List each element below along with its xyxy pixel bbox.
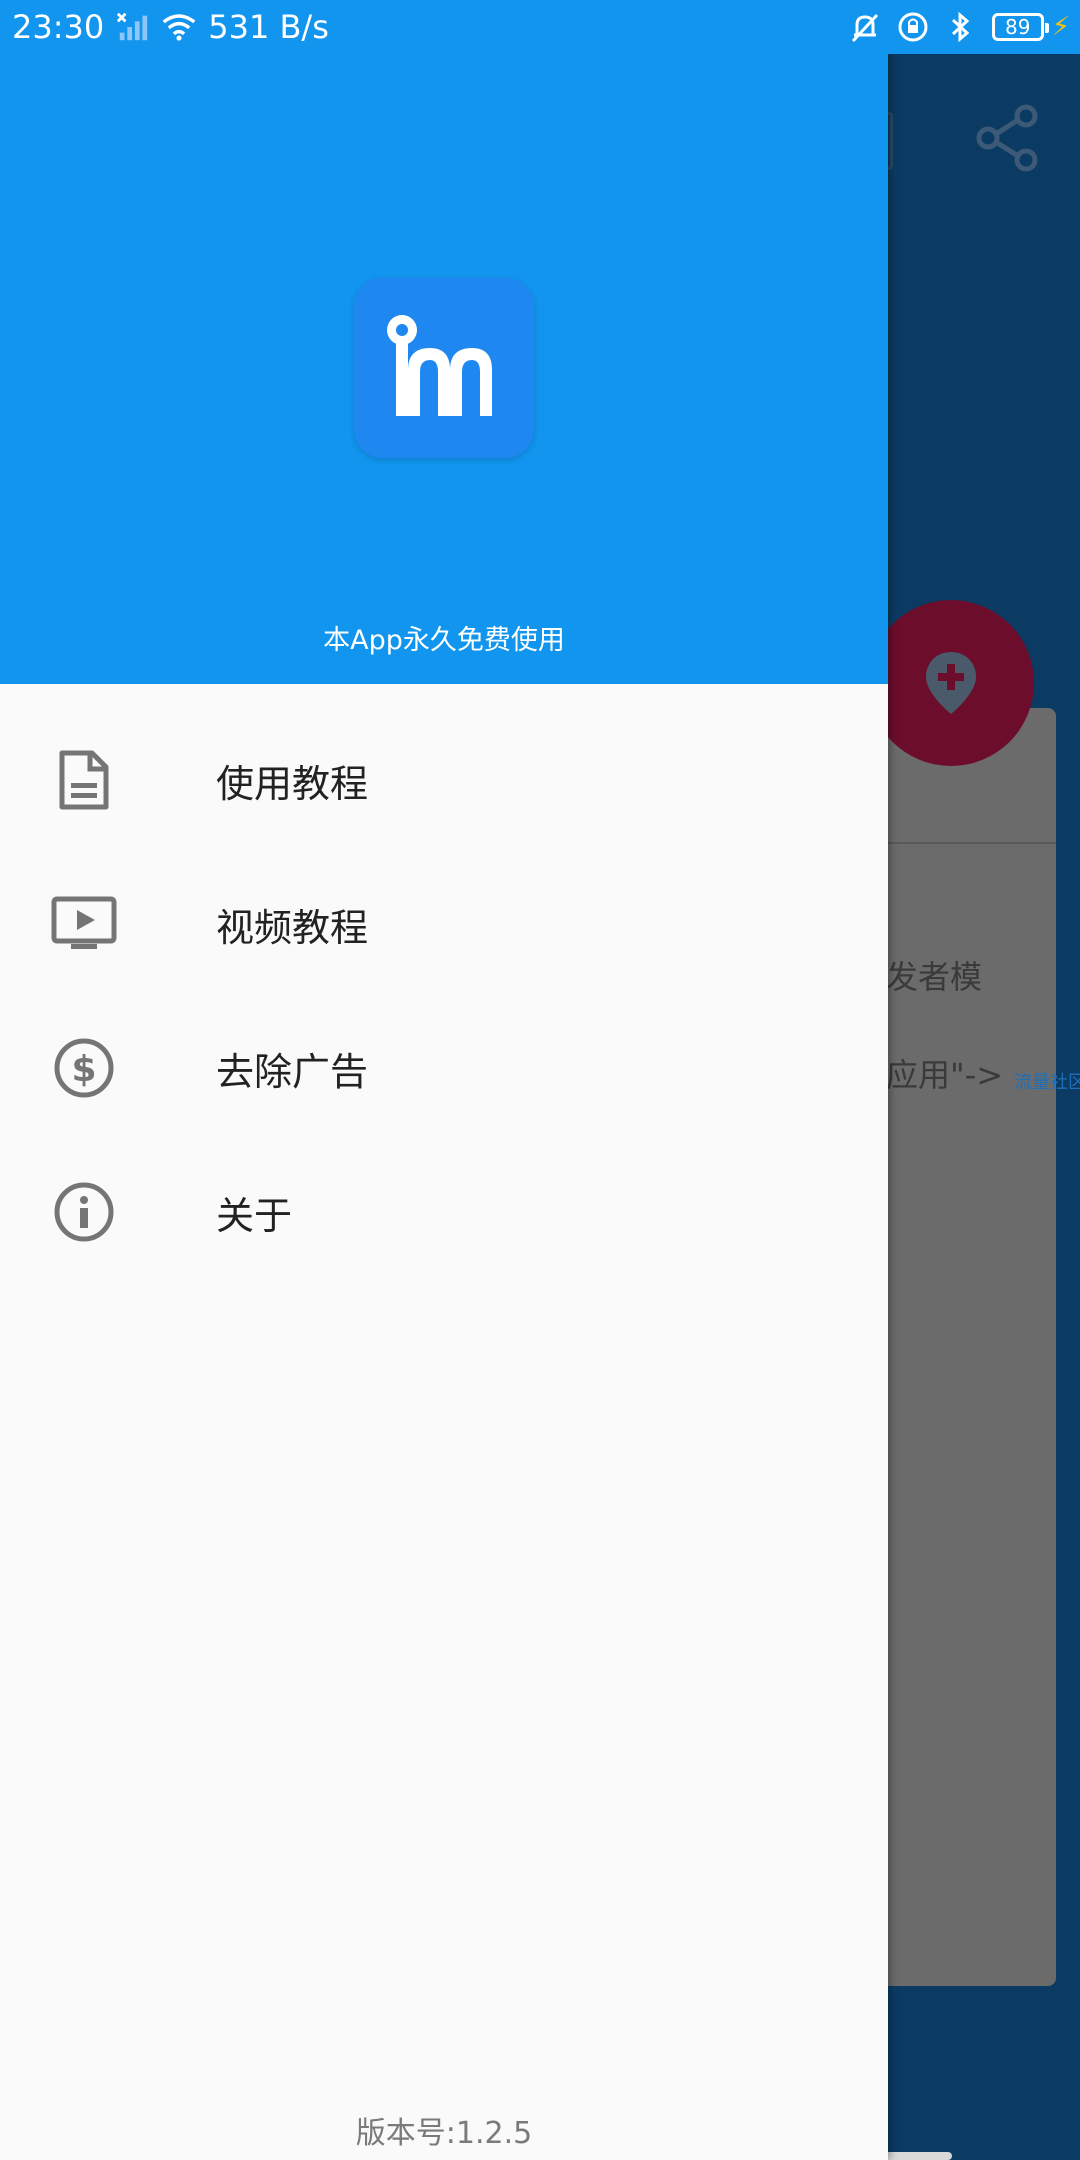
status-bar: 23:30 531 B/s 89 ⚡ xyxy=(0,0,1080,54)
screen-lock-icon xyxy=(896,10,930,44)
app-logo xyxy=(354,278,534,458)
video-play-icon xyxy=(50,890,118,958)
card-link[interactable]: 流量社区 xyxy=(1014,1068,1080,1094)
menu-item-video-tutorial[interactable]: 视频教程 xyxy=(0,852,888,996)
add-location-icon xyxy=(926,652,976,714)
wifi-icon xyxy=(162,10,196,44)
bluetooth-icon xyxy=(944,10,978,44)
share-icon[interactable] xyxy=(976,104,1040,172)
charging-icon: ⚡ xyxy=(1051,12,1070,42)
menu-item-remove-ads[interactable]: $ 去除广告 xyxy=(0,996,888,1140)
drawer-menu: 使用教程 视频教程 $ 去除广告 关于 xyxy=(0,708,888,1284)
menu-item-usage-tutorial[interactable]: 使用教程 xyxy=(0,708,888,852)
version-label: 版本号:1.2.5 xyxy=(355,2116,533,2151)
dollar-icon: $ xyxy=(50,1034,118,1102)
drawer-header: 本App永久免费使用 xyxy=(0,0,888,684)
menu-item-about[interactable]: 关于 xyxy=(0,1140,888,1284)
signal-off-icon xyxy=(116,10,150,44)
battery-icon: 89 xyxy=(991,13,1049,41)
card-text-line2: 应用"-> xyxy=(886,1056,1004,1094)
svg-text:$: $ xyxy=(71,1049,96,1090)
content-card xyxy=(860,708,1056,1986)
card-text-line1: 发者模 xyxy=(886,958,983,996)
battery-level: 89 xyxy=(1005,15,1031,39)
menu-label-about: 关于 xyxy=(216,1193,293,1238)
status-time: 23:30 xyxy=(12,8,105,46)
network-speed: 531 B/s xyxy=(208,8,329,46)
header-caption: 本App永久免费使用 xyxy=(323,625,565,656)
navigation-drawer: 本App永久免费使用 使用教程 视频教程 $ 去除广告 关于 版本号:1.2.5 xyxy=(0,0,888,2160)
menu-label-usage-tutorial: 使用教程 xyxy=(216,761,369,806)
add-location-button[interactable] xyxy=(868,600,1034,766)
menu-label-remove-ads: 去除广告 xyxy=(216,1049,369,1094)
alarm-off-icon xyxy=(848,10,882,44)
info-icon xyxy=(50,1178,118,1246)
document-icon xyxy=(50,746,118,814)
card-divider xyxy=(860,842,1056,844)
menu-label-video-tutorial: 视频教程 xyxy=(216,905,369,950)
